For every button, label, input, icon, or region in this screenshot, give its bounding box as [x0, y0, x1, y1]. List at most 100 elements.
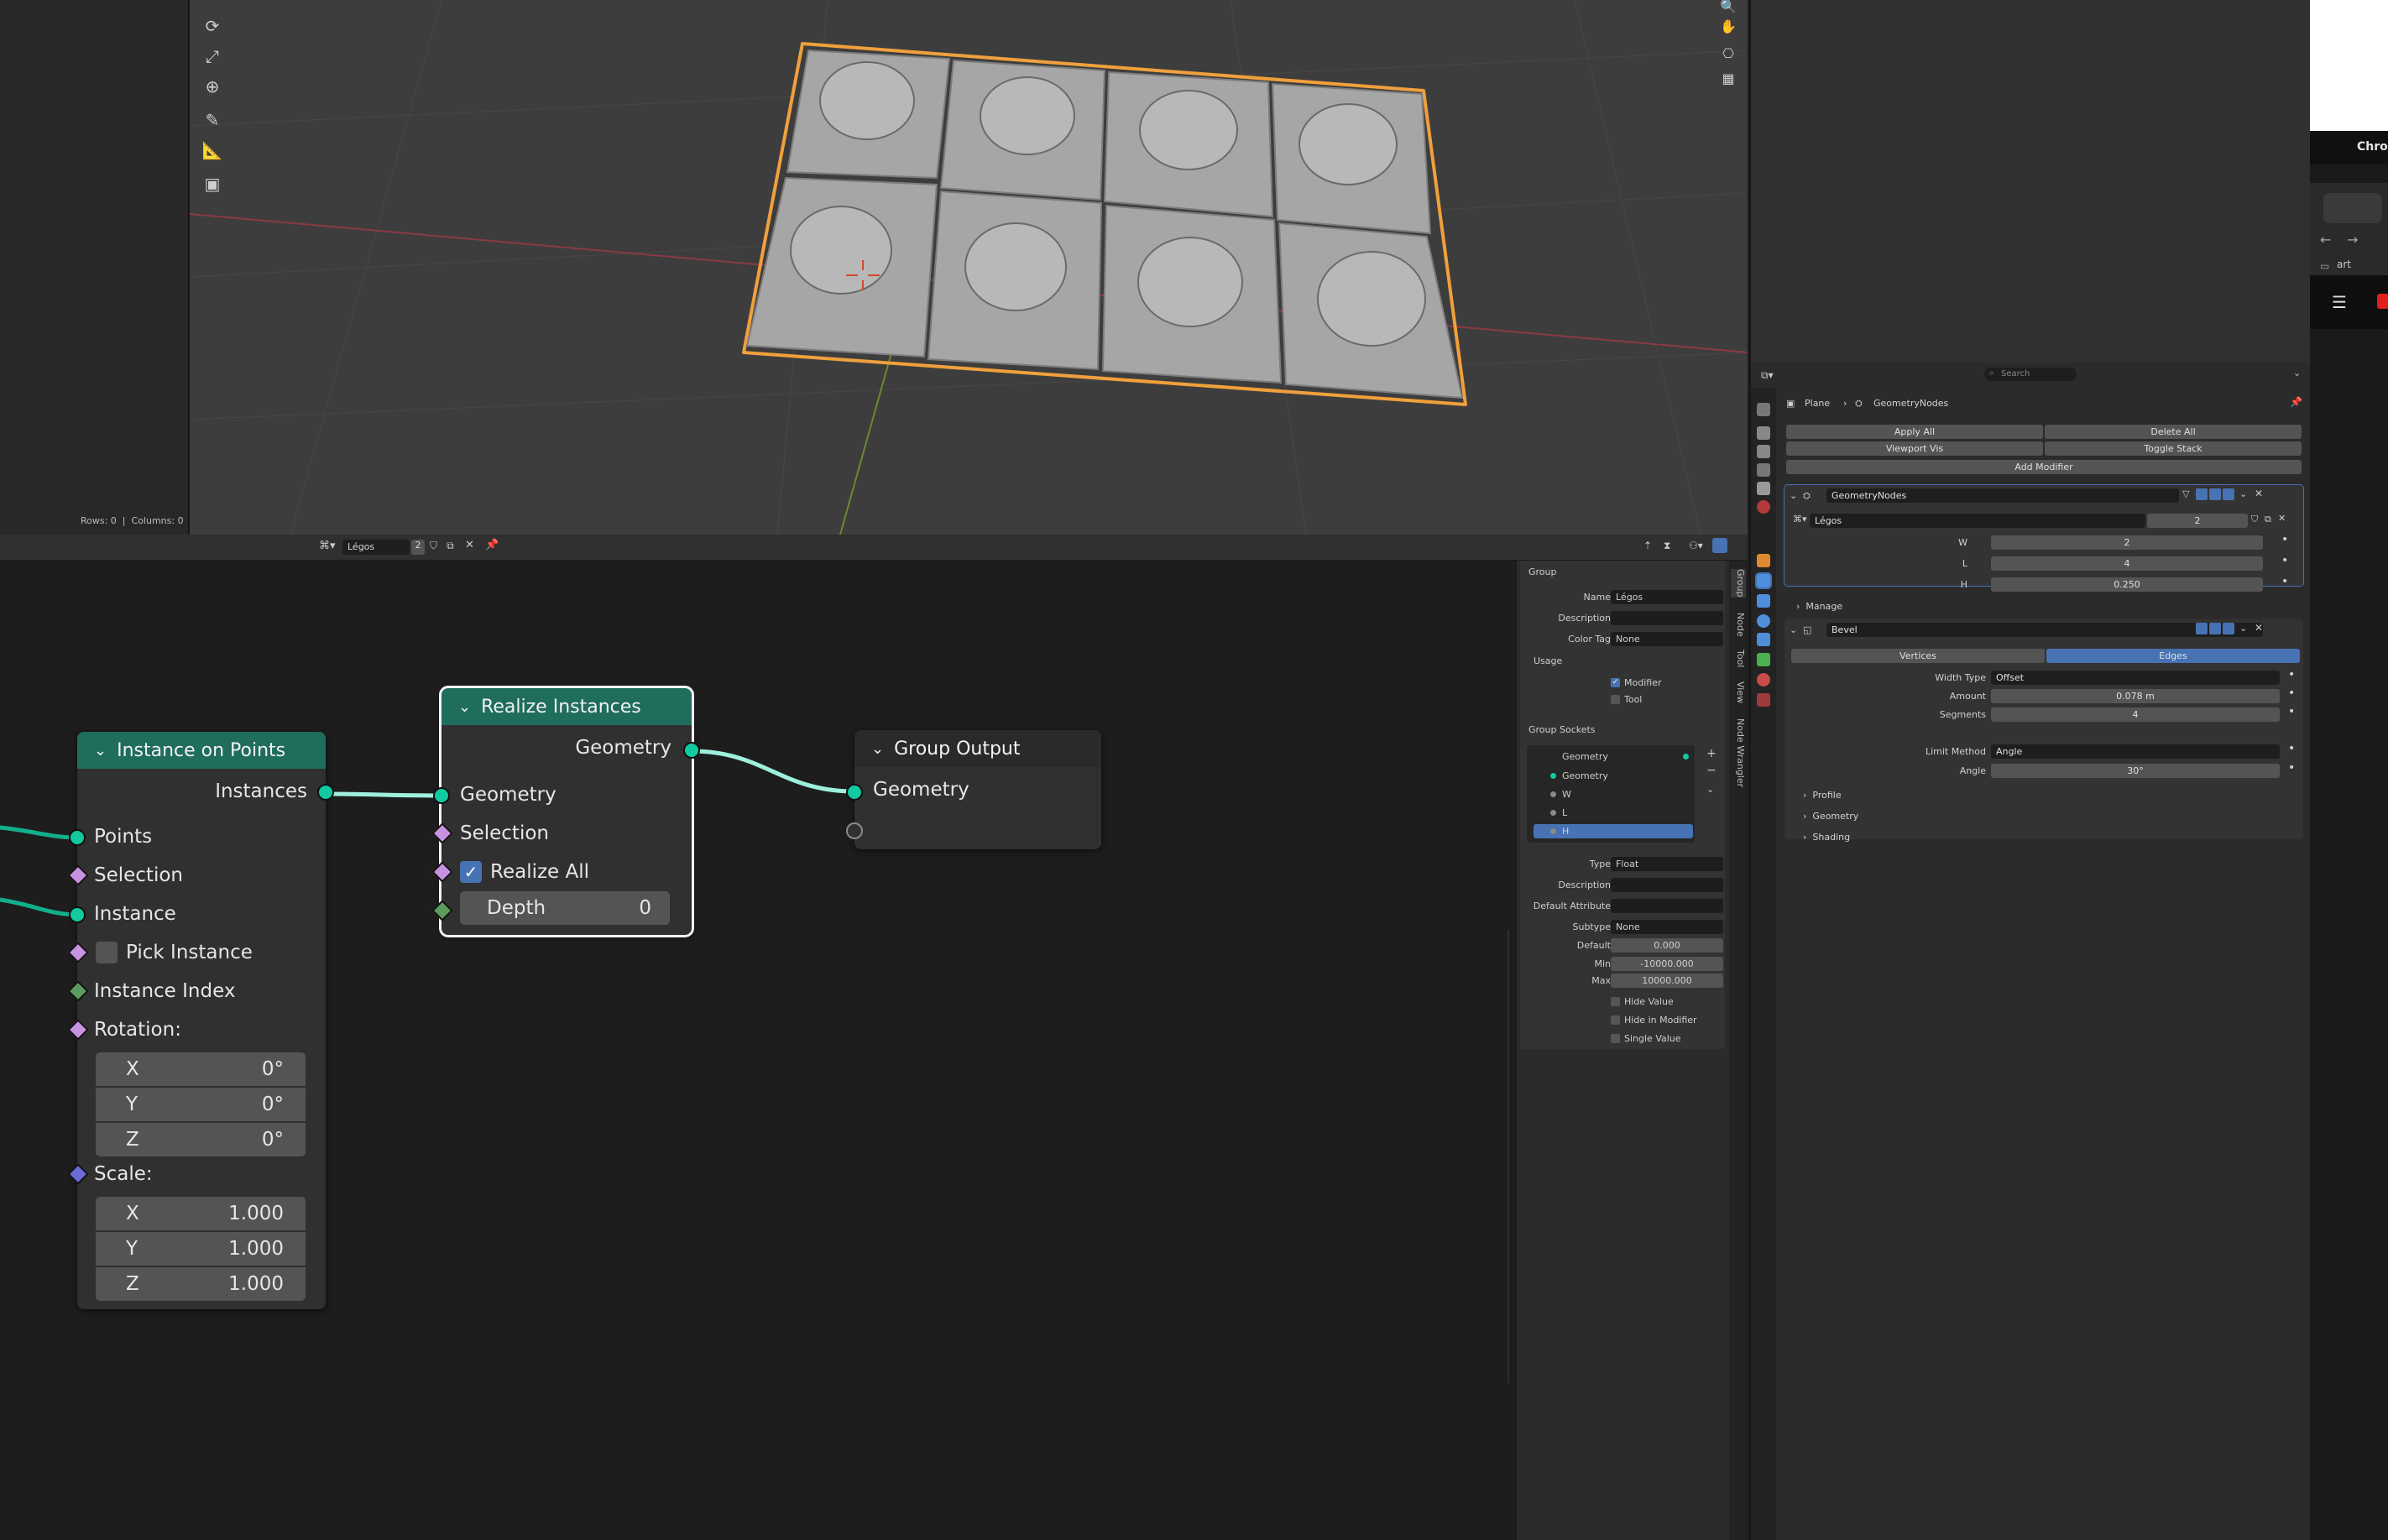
keyframe-dot[interactable]: •: [2281, 533, 2288, 546]
annotate-tool-icon[interactable]: ✎: [201, 109, 223, 131]
socket-geometry-input[interactable]: Geometry: [1562, 770, 1608, 781]
viewport-toggle-icon[interactable]: [2209, 488, 2221, 500]
particles-tab-icon[interactable]: [1757, 594, 1770, 608]
amount-field[interactable]: 0.078 m: [1991, 689, 2280, 703]
remove-socket-icon[interactable]: −: [1706, 764, 1717, 777]
data-tab-icon[interactable]: [1757, 653, 1770, 666]
width-type-select[interactable]: Offset: [1991, 671, 2280, 685]
manage-expander[interactable]: › Manage: [1796, 601, 1842, 612]
editor-type-icon[interactable]: ⧉▾: [1761, 369, 1774, 382]
modifier-checkbox[interactable]: ✓: [1611, 678, 1620, 687]
instances-output-socket[interactable]: [317, 784, 334, 801]
modifier-menu-icon[interactable]: ⌄: [2239, 623, 2247, 634]
hide-value-checkbox[interactable]: [1611, 997, 1620, 1006]
tab-node[interactable]: Node: [1731, 613, 1746, 637]
material-tab-icon[interactable]: [1757, 673, 1770, 686]
render-tab-icon[interactable]: [1757, 426, 1770, 440]
world-tab-icon[interactable]: [1757, 500, 1770, 514]
back-icon[interactable]: ←: [2320, 232, 2331, 248]
description-field[interactable]: [1611, 611, 1723, 625]
camera-view-icon[interactable]: ⎔: [1717, 42, 1739, 64]
tab-view[interactable]: View: [1731, 681, 1746, 703]
pick-instance-checkbox[interactable]: [96, 942, 118, 963]
output-tab-icon[interactable]: [1757, 445, 1770, 458]
realtime-toggle-icon[interactable]: [2196, 623, 2208, 634]
scene-tab-icon[interactable]: [1757, 482, 1770, 495]
limit-method-select[interactable]: Angle: [1991, 744, 2280, 759]
transform-tool-icon[interactable]: ⊕: [201, 76, 223, 97]
segments-field[interactable]: 4: [1991, 707, 2280, 722]
keyframe-dot[interactable]: •: [2288, 705, 2295, 718]
remove-modifier-icon[interactable]: ✕: [2255, 488, 2263, 499]
texture-tab-icon[interactable]: [1757, 693, 1770, 707]
zoom-icon[interactable]: 🔍: [1717, 0, 1739, 17]
fake-user-icon[interactable]: ⛉: [2251, 514, 2258, 525]
node-canvas[interactable]: ⌄ Instance on Points Instances Points Se…: [0, 561, 1516, 1540]
socket-geometry-output[interactable]: Geometry: [1562, 751, 1608, 762]
ortho-toggle-icon[interactable]: ▦: [1717, 67, 1739, 89]
input-w-field[interactable]: 2: [1991, 535, 2263, 550]
bookmark-art[interactable]: art: [2337, 258, 2351, 270]
tool-checkbox[interactable]: [1611, 695, 1620, 704]
overlay-active-icon[interactable]: [1712, 538, 1727, 553]
view-layer-tab-icon[interactable]: [1757, 463, 1770, 477]
node-group-users[interactable]: 2: [2147, 514, 2248, 528]
realtime-toggle-icon[interactable]: [2196, 488, 2208, 500]
input-h-field[interactable]: 0.250: [1991, 577, 2263, 592]
modifier-menu-icon[interactable]: ⌄: [2239, 488, 2247, 499]
shading-subpanel[interactable]: › Shading: [1803, 832, 1850, 843]
unlink-icon[interactable]: ✕: [2278, 513, 2286, 524]
delete-all-button[interactable]: Delete All: [2045, 425, 2302, 439]
options-chevron-icon[interactable]: ⌄: [2293, 368, 2301, 378]
tab-edges[interactable]: Edges: [2046, 649, 2300, 663]
node-tree-selector[interactable]: Légos: [342, 540, 410, 555]
collapse-chevron-icon[interactable]: ⌄: [94, 742, 107, 760]
rotation-y-field[interactable]: Y 0°: [96, 1088, 306, 1121]
forward-icon[interactable]: →: [2347, 232, 2358, 248]
measure-tool-icon[interactable]: 📐: [201, 139, 223, 161]
name-field[interactable]: Légos: [1611, 590, 1723, 604]
tab-tool[interactable]: Tool: [1731, 650, 1746, 667]
fake-user-icon[interactable]: ⛉: [430, 540, 437, 552]
group-output-header[interactable]: ⌄ Group Output: [854, 730, 1101, 767]
modifier-tab-icon[interactable]: [1755, 572, 1772, 589]
empty-input-socket[interactable]: [846, 822, 863, 839]
socket-description-field[interactable]: [1611, 878, 1723, 892]
realize-instances-header[interactable]: ⌄ Realize Instances: [442, 688, 692, 725]
tab-group[interactable]: Group: [1731, 569, 1746, 598]
profile-subpanel[interactable]: › Profile: [1803, 790, 1842, 801]
node-group-field[interactable]: Légos: [1810, 514, 2145, 528]
toggle-stack-button[interactable]: Toggle Stack: [2045, 441, 2302, 456]
points-input-socket[interactable]: [69, 829, 86, 846]
3d-viewport[interactable]: ⟳ ⤢ ⊕ ✎ 📐 ▣ 🔍 ✋ ⎔ ▦: [190, 0, 1748, 535]
editor-type-icon[interactable]: ⌘▾: [319, 540, 336, 552]
keyframe-dot[interactable]: •: [2281, 575, 2288, 588]
min-field[interactable]: -10000.000: [1611, 957, 1723, 971]
modifier-name-field[interactable]: GeometryNodes: [1826, 488, 2179, 503]
rotation-x-field[interactable]: X 0°: [96, 1052, 306, 1086]
geometry-input-socket[interactable]: [846, 784, 863, 801]
render-toggle-icon[interactable]: [2223, 488, 2234, 500]
default-field[interactable]: 0.000: [1611, 938, 1723, 953]
constraints-tab-icon[interactable]: [1757, 633, 1770, 646]
pin-icon[interactable]: 📌: [2290, 396, 2302, 408]
geometry-input-socket[interactable]: [433, 787, 450, 804]
realize-instances-node[interactable]: ⌄ Realize Instances Geometry Geometry Se…: [431, 686, 700, 937]
viewport-vis-button[interactable]: Viewport Vis: [1786, 441, 2043, 456]
add-cube-tool-icon[interactable]: ▣: [201, 173, 223, 195]
menu-icon[interactable]: ☰: [2332, 292, 2347, 312]
instance-on-points-node[interactable]: ⌄ Instance on Points Instances Points Se…: [67, 732, 334, 1309]
color-tag-select[interactable]: None: [1611, 632, 1723, 646]
pan-hand-icon[interactable]: ✋: [1717, 15, 1739, 37]
overlay-icon[interactable]: ⚇▾: [1689, 540, 1703, 551]
group-output-node[interactable]: ⌄ Group Output Geometry: [846, 730, 1101, 849]
input-l-field[interactable]: 4: [1991, 556, 2263, 571]
collapse-chevron-icon[interactable]: ⌄: [871, 740, 884, 758]
duplicate-icon[interactable]: ⧉: [447, 540, 454, 552]
socket-h-row-selected[interactable]: [1534, 824, 1693, 838]
expand-chevron-icon[interactable]: ⌄: [1790, 490, 1797, 501]
socket-h[interactable]: H: [1562, 826, 1569, 837]
instance-input-socket[interactable]: [69, 906, 86, 923]
keyframe-dot[interactable]: •: [2288, 686, 2295, 700]
expand-chevron-icon[interactable]: ⌄: [1790, 624, 1797, 635]
